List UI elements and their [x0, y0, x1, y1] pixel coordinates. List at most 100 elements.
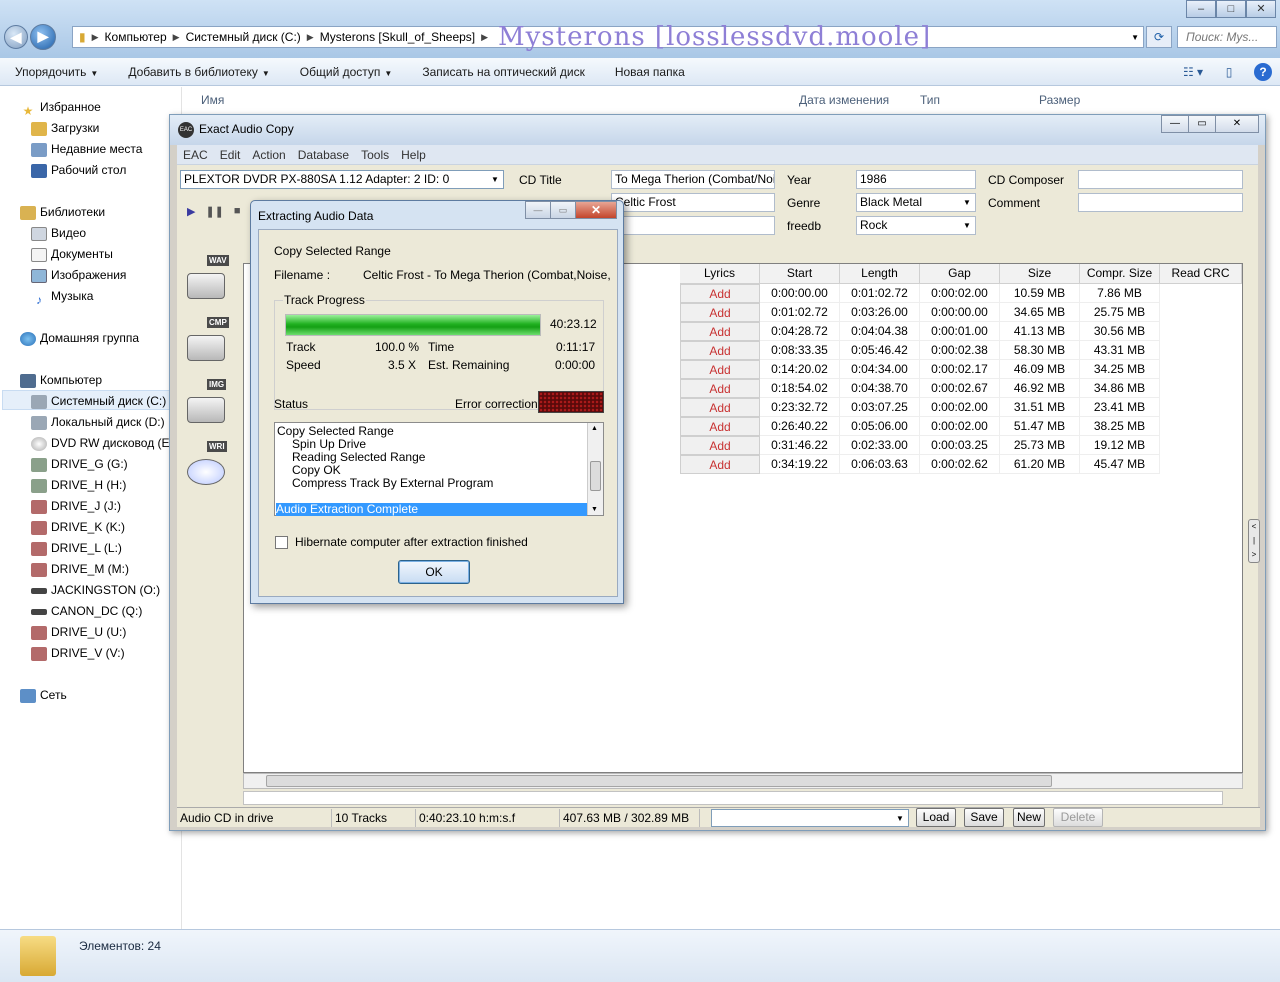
column-name[interactable]: Имя	[201, 93, 224, 107]
search-input[interactable]: Поиск: Mys...	[1177, 26, 1277, 48]
usb-drive-icon	[31, 499, 47, 514]
breadcrumb-folder[interactable]: Mysterons [Skull_of_Sheeps]	[314, 30, 481, 44]
status-log[interactable]: Copy Selected Range Spin Up Drive Readin…	[274, 422, 604, 516]
close-icon[interactable]: ✕	[575, 201, 617, 219]
add-lyrics-button[interactable]: Add	[680, 455, 760, 474]
column-date[interactable]: Дата изменения	[799, 93, 889, 107]
header-length[interactable]: Length	[840, 264, 920, 284]
save-button[interactable]: Save	[964, 808, 1004, 827]
add-lyrics-button[interactable]: Add	[680, 322, 760, 341]
vertical-scrollbar[interactable]: ▲ ▼	[587, 423, 603, 515]
menu-action[interactable]: Action	[246, 148, 291, 162]
scrollbar-thumb[interactable]	[590, 461, 601, 491]
add-to-library-button[interactable]: Добавить в библиотеку ▼	[113, 65, 284, 79]
menu-database[interactable]: Database	[292, 148, 355, 162]
add-lyrics-button[interactable]: Add	[680, 360, 760, 379]
header-compr-size[interactable]: Compr. Size	[1080, 264, 1160, 284]
cd-composer-input[interactable]	[1078, 170, 1243, 189]
stop-icon[interactable]: ■	[234, 205, 241, 218]
add-to-library-label: Добавить в библиотеку	[128, 64, 258, 79]
chevron-up-icon[interactable]: ▲	[591, 425, 598, 432]
view-options-icon[interactable]: ☷ ▾	[1182, 62, 1204, 82]
chevron-down-icon[interactable]: ▼	[591, 506, 598, 513]
navigation-pane: ★ Избранное Загрузки Недавние места Рабоч…	[0, 87, 184, 929]
hibernate-checkbox[interactable]	[275, 536, 288, 549]
gap-cell: 0:00:02.00	[920, 284, 1000, 303]
copy-compressed-button[interactable]: CMP	[183, 317, 231, 369]
breadcrumb-computer[interactable]: Компьютер	[99, 30, 173, 44]
eac-titlebar[interactable]: EAC Exact Audio Copy — ▭ ✕	[170, 115, 1265, 145]
header-read-crc[interactable]: Read CRC	[1160, 264, 1242, 284]
cd-extra-input[interactable]	[611, 216, 775, 235]
column-size[interactable]: Размер	[1039, 93, 1080, 107]
close-icon[interactable]: ✕	[1246, 0, 1276, 18]
ok-button[interactable]: OK	[398, 560, 470, 584]
back-button[interactable]: ◀	[4, 25, 28, 49]
genre-select[interactable]: Black Metal ▼	[856, 193, 976, 212]
play-icon[interactable]: ▶	[187, 205, 195, 218]
horizontal-scrollbar[interactable]	[243, 773, 1243, 789]
add-lyrics-button[interactable]: Add	[680, 417, 760, 436]
share-button[interactable]: Общий доступ ▼	[285, 65, 408, 79]
freedb-select[interactable]: Rock ▼	[856, 216, 976, 235]
time-label: Time	[428, 340, 455, 354]
size-cell: 34.65 MB	[1000, 303, 1080, 322]
header-lyrics[interactable]: Lyrics	[680, 264, 760, 284]
drive-icon	[187, 335, 225, 361]
menu-eac[interactable]: EAC	[177, 148, 214, 162]
menu-help[interactable]: Help	[395, 148, 432, 162]
gap-cell: 0:00:02.62	[920, 455, 1000, 474]
help-icon[interactable]: ?	[1254, 63, 1272, 81]
profile-select[interactable]: ▼	[711, 809, 909, 827]
cd-composer-label: CD Composer	[988, 173, 1065, 187]
add-lyrics-button[interactable]: Add	[680, 284, 760, 303]
forward-button[interactable]: ▶	[30, 24, 56, 50]
log-line-selected[interactable]: Audio Extraction Complete	[276, 503, 587, 516]
drive-select[interactable]: PLEXTOR DVDR PX-880SA 1.12 Adapter: 2 ID…	[180, 170, 504, 189]
add-lyrics-button[interactable]: Add	[680, 436, 760, 455]
cd-title-input[interactable]: To Mega Therion (Combat/Noise,	[611, 170, 775, 189]
cd-artist-input[interactable]: Celtic Frost	[611, 193, 775, 212]
menu-tools[interactable]: Tools	[355, 148, 395, 162]
header-gap[interactable]: Gap	[920, 264, 1000, 284]
new-folder-button[interactable]: Новая папка	[600, 65, 700, 79]
year-input[interactable]: 1986	[856, 170, 976, 189]
chevron-down-icon[interactable]: ▼	[1131, 33, 1139, 42]
load-button[interactable]: Load	[916, 808, 956, 827]
size-cell: 46.92 MB	[1000, 379, 1080, 398]
breadcrumb-drive-c[interactable]: Системный диск (C:)	[180, 30, 307, 44]
burn-button[interactable]: Записать на оптический диск	[407, 65, 600, 79]
file-column-headers: Имя Дата изменения Тип Размер	[183, 87, 1280, 111]
start-cell: 0:31:46.22	[760, 436, 840, 455]
delete-button[interactable]: Delete	[1053, 808, 1103, 827]
add-lyrics-button[interactable]: Add	[680, 303, 760, 322]
scrollbar-thumb[interactable]	[266, 775, 1052, 787]
collapse-handle-icon[interactable]: < | >	[1248, 519, 1260, 563]
close-icon[interactable]: ✕	[1215, 115, 1259, 133]
new-button[interactable]: New	[1013, 808, 1045, 827]
organize-button[interactable]: Упорядочить ▼	[0, 65, 113, 79]
length-cell: 0:03:26.00	[840, 303, 920, 322]
copy-image-button[interactable]: IMG	[183, 379, 231, 431]
preview-pane-icon[interactable]: ▯	[1218, 62, 1240, 82]
maximize-icon[interactable]: ▭	[1188, 115, 1216, 133]
minimize-icon[interactable]: –	[1186, 0, 1216, 18]
add-lyrics-button[interactable]: Add	[680, 398, 760, 417]
header-size[interactable]: Size	[1000, 264, 1080, 284]
write-cd-button[interactable]: WRI	[183, 441, 231, 493]
maximize-icon[interactable]: □	[1216, 0, 1246, 18]
menu-edit[interactable]: Edit	[214, 148, 247, 162]
column-type[interactable]: Тип	[920, 93, 940, 107]
minimize-icon[interactable]: —	[1161, 115, 1189, 133]
copy-wav-button[interactable]: WAV	[183, 255, 231, 307]
eac-menubar: EAC Edit Action Database Tools Help	[177, 145, 1258, 165]
nav-drive-c[interactable]: Системный диск (C:)	[2, 390, 184, 410]
add-lyrics-button[interactable]: Add	[680, 341, 760, 360]
speed-value: 3.5 X	[388, 358, 417, 372]
pause-icon[interactable]: ❚❚	[205, 205, 223, 218]
add-lyrics-button[interactable]: Add	[680, 379, 760, 398]
comment-input[interactable]	[1078, 193, 1243, 212]
refresh-icon[interactable]: ⟳	[1146, 26, 1172, 48]
header-start[interactable]: Start	[760, 264, 840, 284]
length-cell: 0:04:38.70	[840, 379, 920, 398]
